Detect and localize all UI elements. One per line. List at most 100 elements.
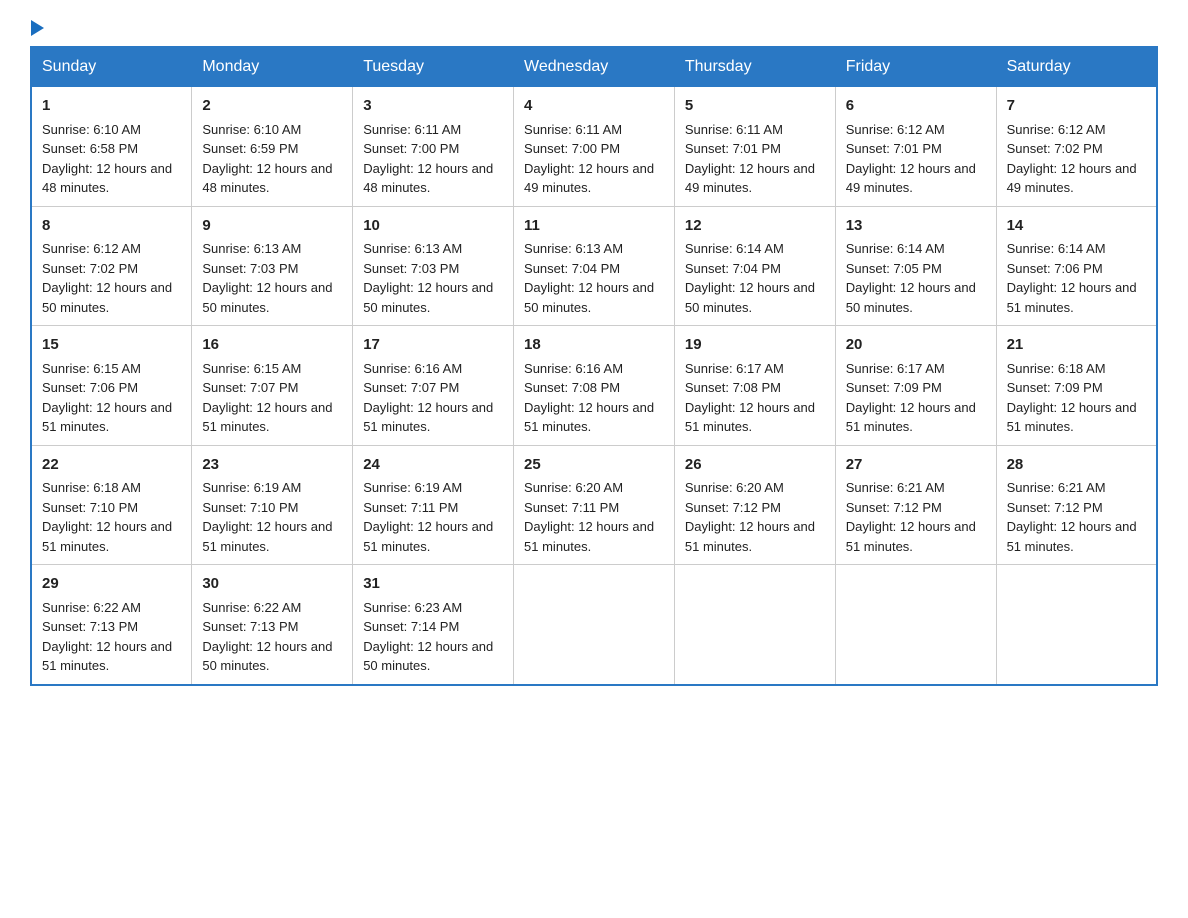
day-info: Sunrise: 6:13 AMSunset: 7:04 PMDaylight:… [524,241,654,315]
day-number: 30 [202,573,342,596]
day-number: 8 [42,215,181,238]
calendar-cell: 31 Sunrise: 6:23 AMSunset: 7:14 PMDaylig… [353,565,514,685]
calendar-cell: 2 Sunrise: 6:10 AMSunset: 6:59 PMDayligh… [192,87,353,207]
day-number: 12 [685,215,825,238]
calendar-cell: 16 Sunrise: 6:15 AMSunset: 7:07 PMDaylig… [192,326,353,446]
calendar-cell: 21 Sunrise: 6:18 AMSunset: 7:09 PMDaylig… [996,326,1157,446]
day-info: Sunrise: 6:15 AMSunset: 7:06 PMDaylight:… [42,361,172,435]
col-friday: Friday [835,47,996,87]
calendar-cell: 27 Sunrise: 6:21 AMSunset: 7:12 PMDaylig… [835,445,996,565]
day-number: 26 [685,454,825,477]
day-number: 6 [846,95,986,118]
day-info: Sunrise: 6:20 AMSunset: 7:12 PMDaylight:… [685,480,815,554]
day-info: Sunrise: 6:11 AMSunset: 7:00 PMDaylight:… [363,122,493,196]
day-number: 23 [202,454,342,477]
day-info: Sunrise: 6:12 AMSunset: 7:01 PMDaylight:… [846,122,976,196]
calendar-cell: 24 Sunrise: 6:19 AMSunset: 7:11 PMDaylig… [353,445,514,565]
day-info: Sunrise: 6:23 AMSunset: 7:14 PMDaylight:… [363,600,493,674]
calendar-cell [514,565,675,685]
day-number: 3 [363,95,503,118]
calendar-table: Sunday Monday Tuesday Wednesday Thursday… [30,46,1158,686]
day-info: Sunrise: 6:18 AMSunset: 7:10 PMDaylight:… [42,480,172,554]
day-info: Sunrise: 6:14 AMSunset: 7:06 PMDaylight:… [1007,241,1137,315]
day-number: 18 [524,334,664,357]
col-sunday: Sunday [31,47,192,87]
day-info: Sunrise: 6:11 AMSunset: 7:01 PMDaylight:… [685,122,815,196]
calendar-week-5: 29 Sunrise: 6:22 AMSunset: 7:13 PMDaylig… [31,565,1157,685]
day-info: Sunrise: 6:22 AMSunset: 7:13 PMDaylight:… [202,600,332,674]
day-info: Sunrise: 6:18 AMSunset: 7:09 PMDaylight:… [1007,361,1137,435]
calendar-cell [835,565,996,685]
day-info: Sunrise: 6:10 AMSunset: 6:58 PMDaylight:… [42,122,172,196]
day-number: 14 [1007,215,1146,238]
day-info: Sunrise: 6:17 AMSunset: 7:08 PMDaylight:… [685,361,815,435]
day-number: 28 [1007,454,1146,477]
day-number: 22 [42,454,181,477]
calendar-cell: 17 Sunrise: 6:16 AMSunset: 7:07 PMDaylig… [353,326,514,446]
calendar-cell: 1 Sunrise: 6:10 AMSunset: 6:58 PMDayligh… [31,87,192,207]
day-number: 24 [363,454,503,477]
calendar-cell: 9 Sunrise: 6:13 AMSunset: 7:03 PMDayligh… [192,206,353,326]
day-number: 15 [42,334,181,357]
calendar-cell: 26 Sunrise: 6:20 AMSunset: 7:12 PMDaylig… [674,445,835,565]
day-info: Sunrise: 6:15 AMSunset: 7:07 PMDaylight:… [202,361,332,435]
day-number: 27 [846,454,986,477]
calendar-cell: 11 Sunrise: 6:13 AMSunset: 7:04 PMDaylig… [514,206,675,326]
day-number: 7 [1007,95,1146,118]
calendar-cell: 10 Sunrise: 6:13 AMSunset: 7:03 PMDaylig… [353,206,514,326]
calendar-cell: 5 Sunrise: 6:11 AMSunset: 7:01 PMDayligh… [674,87,835,207]
calendar-cell: 25 Sunrise: 6:20 AMSunset: 7:11 PMDaylig… [514,445,675,565]
calendar-cell: 12 Sunrise: 6:14 AMSunset: 7:04 PMDaylig… [674,206,835,326]
calendar-cell: 22 Sunrise: 6:18 AMSunset: 7:10 PMDaylig… [31,445,192,565]
calendar-cell: 6 Sunrise: 6:12 AMSunset: 7:01 PMDayligh… [835,87,996,207]
day-info: Sunrise: 6:22 AMSunset: 7:13 PMDaylight:… [42,600,172,674]
day-number: 11 [524,215,664,238]
calendar-cell: 13 Sunrise: 6:14 AMSunset: 7:05 PMDaylig… [835,206,996,326]
calendar-week-3: 15 Sunrise: 6:15 AMSunset: 7:06 PMDaylig… [31,326,1157,446]
col-saturday: Saturday [996,47,1157,87]
col-monday: Monday [192,47,353,87]
day-number: 19 [685,334,825,357]
calendar-cell: 28 Sunrise: 6:21 AMSunset: 7:12 PMDaylig… [996,445,1157,565]
day-number: 13 [846,215,986,238]
day-info: Sunrise: 6:10 AMSunset: 6:59 PMDaylight:… [202,122,332,196]
col-wednesday: Wednesday [514,47,675,87]
day-number: 9 [202,215,342,238]
day-info: Sunrise: 6:14 AMSunset: 7:05 PMDaylight:… [846,241,976,315]
calendar-cell: 30 Sunrise: 6:22 AMSunset: 7:13 PMDaylig… [192,565,353,685]
day-number: 25 [524,454,664,477]
calendar-cell: 20 Sunrise: 6:17 AMSunset: 7:09 PMDaylig… [835,326,996,446]
calendar-cell: 23 Sunrise: 6:19 AMSunset: 7:10 PMDaylig… [192,445,353,565]
page-header [30,20,1158,36]
day-number: 29 [42,573,181,596]
day-info: Sunrise: 6:20 AMSunset: 7:11 PMDaylight:… [524,480,654,554]
day-info: Sunrise: 6:12 AMSunset: 7:02 PMDaylight:… [1007,122,1137,196]
day-number: 20 [846,334,986,357]
calendar-cell: 15 Sunrise: 6:15 AMSunset: 7:06 PMDaylig… [31,326,192,446]
day-number: 16 [202,334,342,357]
calendar-cell: 4 Sunrise: 6:11 AMSunset: 7:00 PMDayligh… [514,87,675,207]
logo-triangle-icon [31,20,44,36]
day-info: Sunrise: 6:14 AMSunset: 7:04 PMDaylight:… [685,241,815,315]
calendar-cell: 7 Sunrise: 6:12 AMSunset: 7:02 PMDayligh… [996,87,1157,207]
calendar-week-4: 22 Sunrise: 6:18 AMSunset: 7:10 PMDaylig… [31,445,1157,565]
header-row: Sunday Monday Tuesday Wednesday Thursday… [31,47,1157,87]
day-info: Sunrise: 6:11 AMSunset: 7:00 PMDaylight:… [524,122,654,196]
calendar-cell [996,565,1157,685]
logo [30,20,44,36]
day-info: Sunrise: 6:13 AMSunset: 7:03 PMDaylight:… [202,241,332,315]
day-number: 1 [42,95,181,118]
day-number: 2 [202,95,342,118]
day-info: Sunrise: 6:16 AMSunset: 7:08 PMDaylight:… [524,361,654,435]
calendar-week-1: 1 Sunrise: 6:10 AMSunset: 6:58 PMDayligh… [31,87,1157,207]
day-number: 31 [363,573,503,596]
calendar-cell: 8 Sunrise: 6:12 AMSunset: 7:02 PMDayligh… [31,206,192,326]
day-info: Sunrise: 6:21 AMSunset: 7:12 PMDaylight:… [1007,480,1137,554]
day-number: 4 [524,95,664,118]
day-info: Sunrise: 6:17 AMSunset: 7:09 PMDaylight:… [846,361,976,435]
col-thursday: Thursday [674,47,835,87]
calendar-cell: 19 Sunrise: 6:17 AMSunset: 7:08 PMDaylig… [674,326,835,446]
day-info: Sunrise: 6:12 AMSunset: 7:02 PMDaylight:… [42,241,172,315]
calendar-cell: 14 Sunrise: 6:14 AMSunset: 7:06 PMDaylig… [996,206,1157,326]
calendar-week-2: 8 Sunrise: 6:12 AMSunset: 7:02 PMDayligh… [31,206,1157,326]
